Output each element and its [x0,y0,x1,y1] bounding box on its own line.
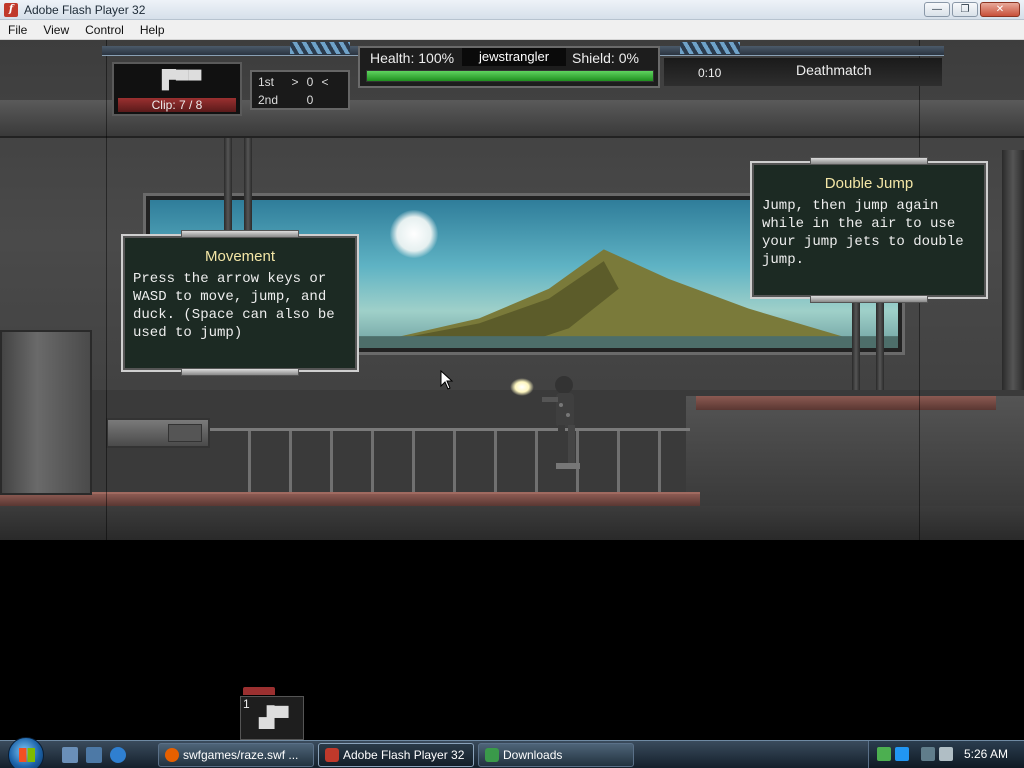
muzzle-flash [510,378,534,396]
panel-cap [181,368,299,376]
hud-stripe-left [290,42,350,54]
clip-count: Clip: 7 / 8 [151,98,203,112]
weapon-panel: ▛▀▀ Clip: 7 / 8 [112,62,242,116]
system-tray: 5:26 AM [868,741,1024,768]
rank-score: 0 [306,75,314,89]
weapon-slot[interactable]: 1 ▟▀ [240,687,304,740]
window-title: Adobe Flash Player 32 [24,2,146,17]
console-panel [168,424,202,442]
lower-floor [0,506,1024,540]
windows-logo-icon [19,748,35,762]
switch-windows-icon[interactable] [86,747,102,763]
support-pillar [244,138,252,238]
internet-explorer-icon[interactable] [110,747,126,763]
panel-cap [810,157,928,165]
tray-sync-icon[interactable] [895,747,909,761]
menu-help[interactable]: Help [132,20,173,40]
health-bar-fill [367,71,653,81]
flash-icon [325,748,339,762]
tutorial-panel-movement: Movement Press the arrow keys or WASD to… [121,230,359,376]
support-pillar [876,298,884,398]
rank-marker-left: > [291,75,299,89]
right-platform [686,396,1024,506]
rank-marker-right: < [321,75,329,89]
walkway [0,492,700,506]
menu-file[interactable]: File [0,20,35,40]
tray-network-icon[interactable] [877,747,891,761]
clock[interactable]: 5:26 AM [964,747,1008,761]
control-console [106,418,210,448]
firefox-icon [165,748,179,762]
panel-title: Double Jump [824,175,914,192]
match-info: 0:10 Deathmatch [664,58,942,86]
slot-number: 1 [243,697,250,711]
volume-muted-icon[interactable] [939,747,953,761]
show-desktop-icon[interactable] [62,747,78,763]
game-canvas[interactable]: ▛▀▀ Clip: 7 / 8 1st > 0 < 2nd 0 Health: … [0,40,1024,740]
health-bar [366,70,654,82]
screen: f Adobe Flash Player 32 — ❐ ✕ File View … [0,0,1024,768]
pistol-icon: ▛▀▀ [162,70,202,90]
folder-icon [485,748,499,762]
mouse-cursor-icon [440,370,454,390]
task-label: swfgames/raze.swf ... [183,748,299,762]
window-controls: — ❐ ✕ [924,2,1020,17]
menu-view[interactable]: View [35,20,77,40]
panel-title: Movement [204,248,276,265]
menu-bar: File View Control Help [0,20,1024,40]
rank-position: 2nd [258,93,279,107]
taskbar-item-firefox[interactable]: swfgames/raze.swf ... [158,743,314,767]
guard-rail [210,428,690,494]
panel-cap [810,295,928,303]
support-pillar [224,138,232,238]
minimize-button[interactable]: — [924,2,950,17]
shield-label: Shield: 0% [572,50,639,66]
taskbar-item-flash[interactable]: Adobe Flash Player 32 [318,743,474,767]
rank-marker-right [318,92,332,108]
tutorial-panel-double-jump: Double Jump Jump, then jump again while … [750,157,988,303]
menu-control[interactable]: Control [77,20,132,40]
rank-panel: 1st > 0 < 2nd 0 [250,70,350,110]
flash-icon: f [4,2,18,17]
taskbar-item-downloads[interactable]: Downloads [478,743,634,767]
panel-body: Press the arrow keys or WASD to move, ju… [133,271,335,341]
right-ledge [696,396,996,410]
panel-body: Jump, then jump again while in the air t… [762,198,964,268]
player-name: jewstrangler [462,48,566,66]
health-label: Health: 100% [370,50,455,66]
status-panel: Health: 100% jewstrangler Shield: 0% [358,46,660,88]
tray-display-icon[interactable] [921,747,935,761]
close-button[interactable]: ✕ [980,2,1020,17]
rank-score: 0 [306,93,314,107]
taskbar: swfgames/raze.swf ... Adobe Flash Player… [0,737,1024,768]
maximize-button[interactable]: ❐ [952,2,978,17]
window-titlebar[interactable]: f Adobe Flash Player 32 — ❐ ✕ [0,0,1024,20]
player-character [542,376,580,469]
game-mode: Deathmatch [796,62,872,78]
panel-cap [181,230,299,238]
start-button[interactable] [8,737,44,768]
task-label: Downloads [503,748,563,762]
pistol-icon: ▟▀ [259,707,289,729]
task-label: Adobe Flash Player 32 [343,748,465,762]
clip-bar: Clip: 7 / 8 [118,98,236,112]
rank-row: 2nd 0 [258,92,348,108]
rank-marker-left [288,92,302,108]
slot-tag [243,687,275,695]
support-pillar [852,298,860,398]
door-locker [0,330,92,495]
wall-column [1002,150,1024,400]
hud-stripe-right [680,42,740,54]
rank-row: 1st > 0 < [258,74,348,90]
rank-position: 1st [258,75,275,89]
match-timer: 0:10 [698,66,722,80]
divider-line [106,40,107,540]
